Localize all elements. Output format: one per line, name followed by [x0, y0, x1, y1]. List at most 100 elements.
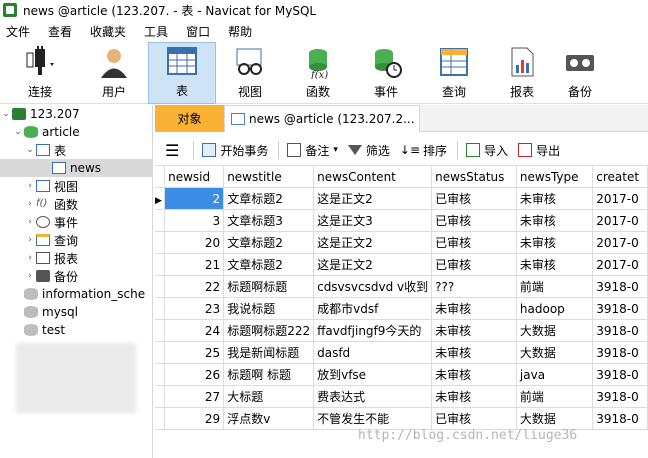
tree-db-information-schema[interactable]: information_sche [0, 285, 152, 303]
table-cell-newsstatus[interactable]: 未审核 [431, 363, 517, 386]
table-cell-newstitle[interactable]: 标题啊 标题 [223, 363, 315, 386]
table-cell-newsstatus[interactable]: 已审核 [431, 187, 517, 210]
table-cell-newsstatus[interactable]: 已审核 [431, 407, 517, 430]
table-cell-newsid[interactable]: 27 [164, 385, 225, 408]
table-row[interactable]: 20 文章标题2 这是正文2 已审核 未审核 2017-0 [155, 231, 648, 254]
table-row[interactable]: 27 大标题 费表达式 未审核 前端 3918-0 [155, 385, 648, 408]
table-cell-newsid[interactable]: 24 [164, 319, 225, 342]
table-cell-newsstatus[interactable]: ??? [431, 275, 517, 298]
menu-view[interactable]: 查看 [42, 23, 84, 40]
row-indicator[interactable] [155, 363, 166, 386]
table-cell-newsid[interactable]: 3 [164, 209, 225, 232]
table-cell-newstype[interactable]: 未审核 [515, 253, 594, 276]
table-cell-createt[interactable]: 2017-0 [592, 209, 648, 232]
begin-transaction-button[interactable]: 开始事务 [202, 142, 268, 159]
filter-button[interactable]: 筛选 [347, 142, 390, 159]
query-button[interactable]: 查询 [420, 42, 488, 104]
expand-chevron-icon[interactable]: › [24, 217, 36, 227]
expand-chevron-icon[interactable]: › [24, 235, 36, 245]
table-cell-newstype[interactable]: 未审核 [515, 231, 594, 254]
table-cell-newsstatus[interactable]: 未审核 [431, 385, 517, 408]
table-cell-newscontent[interactable]: 这是正文2 [313, 187, 433, 210]
table-cell-newstype[interactable]: 大数据 [515, 407, 594, 430]
table-cell-newsstatus[interactable]: 未审核 [431, 341, 517, 364]
table-cell-newscontent[interactable]: 不管发生不能 [313, 407, 433, 430]
tree-table-news[interactable]: news [0, 159, 152, 177]
row-indicator[interactable] [155, 253, 166, 276]
table-row[interactable]: 24 标题啊标题222 ffavdfjingf9今天的 未审核 大数据 3918-0 [155, 319, 648, 342]
table-cell-createt[interactable]: 2017-0 [592, 187, 648, 210]
function-button[interactable]: f(x) 函数 [284, 42, 352, 104]
tree-connection[interactable]: ⌄ 123.207 [0, 105, 152, 123]
table-row[interactable]: 3 文章标题3 这是正文3 已审核 未审核 2017-0 [155, 209, 648, 232]
table-cell-newstype[interactable]: hadoop [515, 297, 594, 320]
table-cell-createt[interactable]: 3918-0 [592, 275, 648, 298]
column-header-newsstatus[interactable]: newsStatus [431, 165, 517, 188]
table-cell-newstitle[interactable]: 我说标题 [223, 297, 315, 320]
table-cell-newsstatus[interactable]: 已审核 [431, 231, 517, 254]
view-button[interactable]: 视图 [216, 42, 284, 104]
table-cell-newsid[interactable]: 26 [164, 363, 225, 386]
table-cell-newstype[interactable]: 未审核 [515, 187, 594, 210]
table-cell-newscontent[interactable]: 这是正文3 [313, 209, 433, 232]
table-row[interactable]: ▶ 2 文章标题2 这是正文2 已审核 未审核 2017-0 [155, 187, 648, 210]
menu-tools[interactable]: 工具 [138, 23, 180, 40]
table-cell-newstype[interactable]: 大数据 [515, 341, 594, 364]
table-cell-newstitle[interactable]: 浮点数v [223, 407, 315, 430]
tree-views-group[interactable]: › 视图 [0, 177, 152, 195]
table-row[interactable]: 25 我是新闻标题 dasfd 未审核 大数据 3918-0 [155, 341, 648, 364]
row-indicator[interactable] [155, 341, 166, 364]
table-cell-createt[interactable]: 2017-0 [592, 253, 648, 276]
table-cell-newstitle[interactable]: 文章标题2 [223, 231, 315, 254]
menu-window[interactable]: 窗口 [180, 23, 222, 40]
row-indicator[interactable] [155, 209, 166, 232]
collapse-chevron-icon[interactable]: ⌄ [0, 109, 12, 119]
table-cell-newsstatus[interactable]: 已审核 [431, 253, 517, 276]
export-button[interactable]: 导出 [518, 142, 560, 159]
table-cell-newscontent[interactable]: cdsvsvcsdvd v收到 [313, 275, 433, 298]
tree-tables-group[interactable]: ⌄ 表 [0, 141, 152, 159]
menu-file[interactable]: 文件 [0, 23, 42, 40]
column-header-createtime[interactable]: createt [592, 165, 648, 188]
table-cell-newsid[interactable]: 23 [164, 297, 225, 320]
tab-objects[interactable]: 对象 [155, 105, 224, 132]
tree-backups-group[interactable]: › 备份 [0, 267, 152, 285]
connect-button[interactable]: 连接 [0, 42, 80, 104]
table-cell-newstitle[interactable]: 文章标题2 [223, 187, 315, 210]
expand-chevron-icon[interactable]: › [24, 271, 36, 281]
table-cell-newsid[interactable]: 29 [164, 407, 225, 430]
table-cell-createt[interactable]: 3918-0 [592, 297, 648, 320]
table-row[interactable]: 29 浮点数v 不管发生不能 已审核 大数据 3918-0 [155, 407, 648, 430]
table-cell-createt[interactable]: 3918-0 [592, 385, 648, 408]
table-row[interactable]: 22 标题啊标题 cdsvsvcsdvd v收到??? 前端 3918-0 [155, 275, 648, 298]
table-cell-createt[interactable]: 3918-0 [592, 407, 648, 430]
table-cell-createt[interactable]: 3918-0 [592, 341, 648, 364]
menu-favorites[interactable]: 收藏夹 [84, 23, 138, 40]
table-cell-createt[interactable]: 3918-0 [592, 319, 648, 342]
table-cell-newsstatus[interactable]: 未审核 [431, 319, 517, 342]
table-cell-newscontent[interactable]: dasfd [313, 341, 433, 364]
tab-news-table[interactable]: news @article (123.207.2... [224, 105, 420, 132]
column-header-newstype[interactable]: newsType [515, 165, 594, 188]
table-button[interactable]: 表 [148, 42, 216, 104]
row-indicator[interactable] [155, 275, 166, 298]
table-cell-newscontent[interactable]: 放到vfse [313, 363, 433, 386]
column-header-newsid[interactable]: newsid [164, 165, 225, 188]
table-cell-newsid[interactable]: 22 [164, 275, 225, 298]
table-cell-createt[interactable]: 3918-0 [592, 363, 648, 386]
table-cell-newscontent[interactable]: 成都市vdsf [313, 297, 433, 320]
table-cell-newstype[interactable]: 前端 [515, 385, 594, 408]
report-button[interactable]: 报表 [488, 42, 556, 104]
tree-database-article[interactable]: ⌄ article [0, 123, 152, 141]
expand-chevron-icon[interactable]: › [24, 181, 36, 191]
table-row[interactable]: 21 文章标题2 这是正文2 已审核 未审核 2017-0 [155, 253, 648, 276]
table-cell-newstype[interactable]: java [515, 363, 594, 386]
table-cell-newstitle[interactable]: 大标题 [223, 385, 315, 408]
table-cell-newsstatus[interactable]: 未审核 [431, 297, 517, 320]
table-cell-newsid[interactable]: 20 [164, 231, 225, 254]
table-cell-newstitle[interactable]: 标题啊标题222 [223, 319, 315, 342]
dropdown-arrow-icon[interactable]: ▾ [333, 145, 338, 155]
collapse-chevron-icon[interactable]: ⌄ [12, 127, 24, 137]
table-cell-createt[interactable]: 2017-0 [592, 231, 648, 254]
menu-help[interactable]: 帮助 [222, 23, 264, 40]
